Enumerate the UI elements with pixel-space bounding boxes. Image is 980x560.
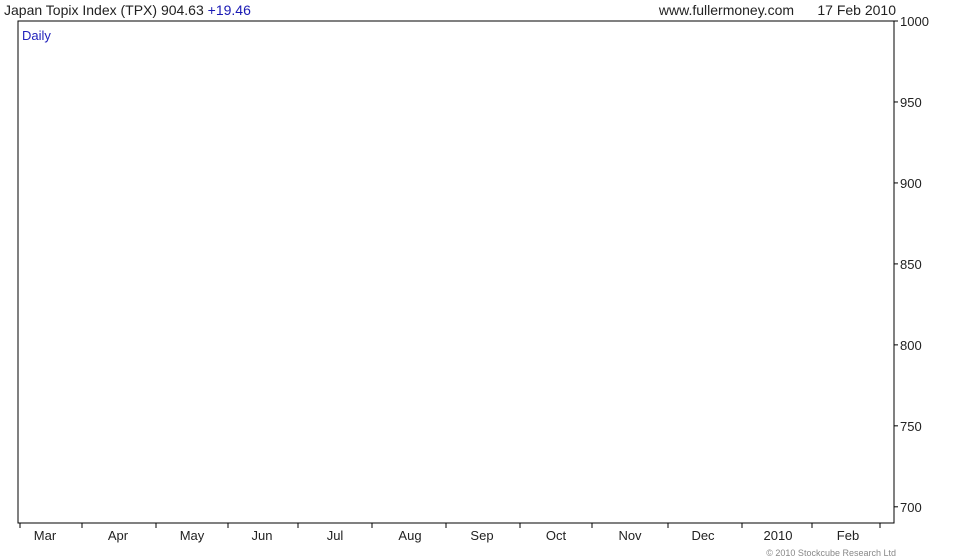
axes: 700 750 800 850 900 950 1000 Mar Apr May Jun Jul Aug…	[17, 14, 929, 543]
x-tick-label: May	[180, 528, 205, 543]
x-tick-label: Feb	[837, 528, 859, 543]
x-tick-label: 2010	[764, 528, 793, 543]
y-tick-label: 800	[900, 338, 922, 353]
x-tick-label: Apr	[108, 528, 129, 543]
y-tick-label: 700	[900, 500, 922, 515]
y-tick-label: 750	[900, 419, 922, 434]
x-tick-label: Mar	[34, 528, 57, 543]
y-tick-label: 1000	[900, 14, 929, 29]
x-tick-label: Jun	[252, 528, 273, 543]
copyright: © 2010 Stockcube Research Ltd	[766, 548, 896, 558]
x-tick-label: Nov	[618, 528, 642, 543]
x-tick-label: Jul	[327, 528, 344, 543]
period-label: Daily	[22, 28, 51, 43]
y-tick-label: 900	[900, 176, 922, 191]
x-tick-label: Sep	[470, 528, 493, 543]
x-tick-label: Aug	[398, 528, 421, 543]
plot-frame	[17, 20, 895, 524]
y-tick-label: 850	[900, 257, 922, 272]
candlestick-chart: 700 750 800 850 900 950 1000 Mar Apr May Jun Jul Aug…	[17, 14, 929, 543]
x-tick-label: Dec	[691, 528, 715, 543]
x-tick-label: Oct	[546, 528, 567, 543]
y-tick-label: 950	[900, 95, 922, 110]
